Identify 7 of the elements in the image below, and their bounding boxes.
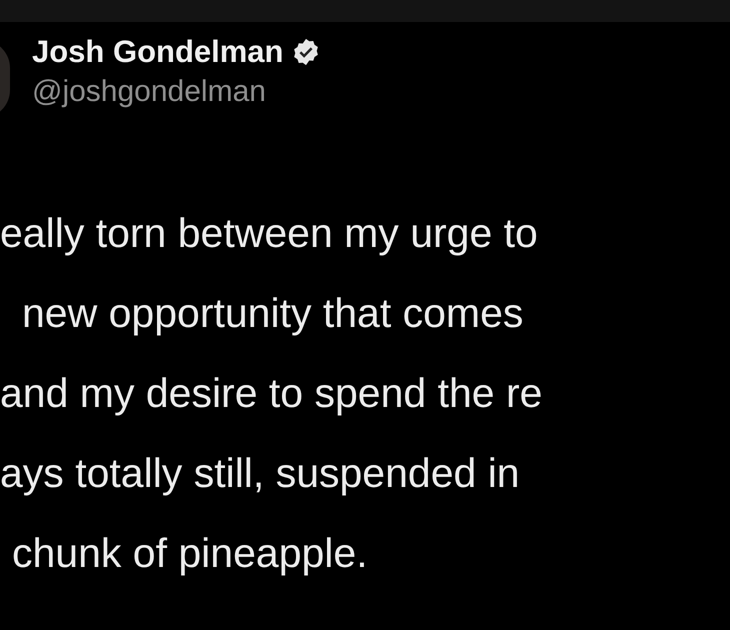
tweet-text: eally torn between my urge to xyxy=(0,209,539,258)
tweet-text: ays totally still, suspended in xyxy=(0,449,521,498)
tweet-text: chunk of pineapple. xyxy=(11,529,369,578)
author-name: Josh Gondelman xyxy=(32,33,284,71)
tweet-text: new opportunity that comes xyxy=(21,289,524,338)
tweet-text: and my desire to spend the re xyxy=(0,369,544,418)
author-handle: @joshgondelman xyxy=(32,74,267,110)
